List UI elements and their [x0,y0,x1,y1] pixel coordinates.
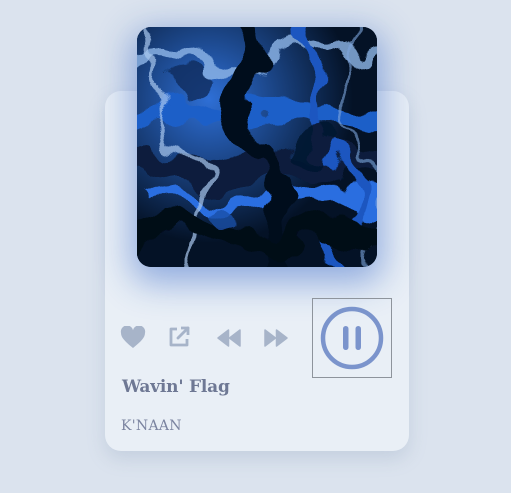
heart-icon [120,326,146,348]
pause-icon [320,306,384,370]
rewind-icon [217,329,241,347]
album-cover [137,27,377,267]
rewind-button[interactable] [216,328,242,348]
track-artist: K'NAAN [121,418,182,434]
fast-forward-icon [264,329,288,347]
play-pause-button[interactable] [312,298,392,378]
track-title: Wavin' Flag [122,377,230,397]
fast-forward-button[interactable] [263,328,289,348]
share-button[interactable] [167,325,191,349]
external-link-icon [169,326,190,347]
like-button[interactable] [120,326,146,350]
